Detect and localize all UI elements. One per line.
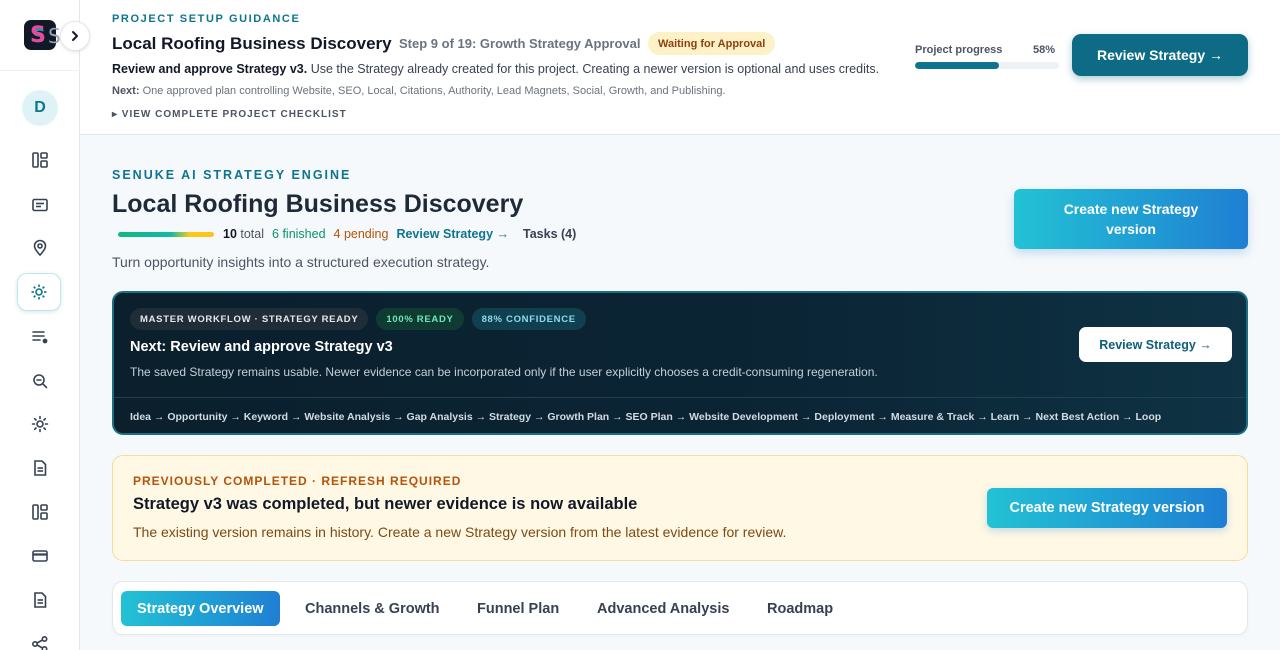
tab-strategy-overview[interactable]: Strategy Overview <box>121 591 280 626</box>
grid-icon <box>32 504 48 520</box>
page-title: Local Roofing Business Discovery <box>112 190 524 218</box>
main-content: SENUKE AI STRATEGY ENGINE Local Roofing … <box>80 136 1280 650</box>
guidance-next: Next: One approved plan controlling Webs… <box>112 85 726 97</box>
guidance-title: Local Roofing Business Discovery <box>112 34 392 53</box>
tab-advanced-analysis[interactable]: Advanced Analysis <box>597 591 729 626</box>
tab-channels-growth[interactable]: Channels & Growth <box>305 591 440 626</box>
progress-bar <box>915 62 1059 69</box>
progress-bar-fill <box>915 62 999 69</box>
tasks-link[interactable]: Tasks (4) <box>523 227 576 241</box>
tab-roadmap[interactable]: Roadmap <box>767 591 833 626</box>
progress-label: Project progress <box>915 44 1003 56</box>
credit-card-icon <box>32 550 48 562</box>
share-icon <box>31 635 48 650</box>
stat-pending: 4 pending <box>333 227 389 241</box>
document-icon <box>34 460 47 476</box>
project-setup-guidance: PROJECT SETUP GUIDANCE Local Roofing Bus… <box>80 0 1280 135</box>
sidebar: SS S D <box>0 0 90 650</box>
nav-dashboard[interactable] <box>18 141 62 179</box>
guidance-instruction: Review and approve Strategy v3. Use the … <box>112 62 879 76</box>
avatar[interactable]: D <box>22 90 58 126</box>
sidebar-toggle-button[interactable] <box>60 21 90 51</box>
next-text: One approved plan controlling Website, S… <box>139 85 726 97</box>
workflow-status-badge: MASTER WORKFLOW · STRATEGY READY <box>130 308 369 330</box>
sun-icon <box>31 415 49 433</box>
document-icon <box>34 592 47 608</box>
workflow-review-button[interactable]: Review Strategy → <box>1079 327 1232 362</box>
workflow-pipeline: Idea → Opportunity → Keyword → Website A… <box>130 411 1162 423</box>
nav-billing[interactable] <box>18 537 62 575</box>
next-label: Next: <box>112 85 140 97</box>
task-stats: 10 total 6 finished 4 pending Review Str… <box>223 227 576 241</box>
card-icon <box>32 198 48 212</box>
strategy-icon <box>31 284 47 300</box>
workflow-divider <box>114 397 1246 398</box>
sidebar-divider <box>0 70 80 71</box>
guidance-eyebrow: PROJECT SETUP GUIDANCE <box>112 13 301 25</box>
review-strategy-link[interactable]: Review Strategy → <box>396 227 509 241</box>
instruction-bold: Review and approve Strategy v3. <box>112 62 308 76</box>
refresh-create-version-button[interactable]: Create new Strategy version <box>987 488 1227 528</box>
view-checklist-link[interactable]: ▸ VIEW COMPLETE PROJECT CHECKLIST <box>112 109 347 120</box>
search-icon <box>33 374 48 389</box>
guidance-step: Step 9 of 19: Growth Strategy Approval <box>399 36 641 51</box>
create-strategy-version-button[interactable]: Create new Strategy version <box>1014 189 1248 249</box>
nav-share[interactable] <box>18 625 62 650</box>
workflow-title: Next: Review and approve Strategy v3 <box>130 339 393 355</box>
instruction-rest: Use the Strategy already created for thi… <box>307 62 880 76</box>
stat-total-label: total <box>236 227 265 241</box>
refresh-eyebrow: PREVIOUSLY COMPLETED · REFRESH REQUIRED <box>133 474 462 488</box>
stat-finished: 6 finished <box>272 227 326 241</box>
nav-layouts[interactable] <box>18 493 62 531</box>
progress-percent: 58% <box>1033 44 1056 56</box>
nav-strategy[interactable] <box>17 273 61 311</box>
stat-total-number: 10 <box>223 227 237 241</box>
map-pin-icon <box>33 239 47 257</box>
confidence-badge: 88% CONFIDENCE <box>471 308 586 330</box>
status-badge: Waiting for Approval <box>648 32 776 55</box>
refresh-title: Strategy v3 was completed, but newer evi… <box>133 495 638 513</box>
page-subtitle: Turn opportunity insights into a structu… <box>112 254 490 270</box>
nav-cards[interactable] <box>18 186 62 224</box>
logo-text-peek: S <box>48 24 61 48</box>
nav-list[interactable] <box>18 318 62 356</box>
tab-funnel-plan[interactable]: Funnel Plan <box>477 591 559 626</box>
refresh-required-card: PREVIOUSLY COMPLETED · REFRESH REQUIRED … <box>112 455 1248 561</box>
engine-eyebrow: SENUKE AI STRATEGY ENGINE <box>112 168 352 182</box>
master-workflow-card: MASTER WORKFLOW · STRATEGY READY 100% RE… <box>112 291 1248 435</box>
strategy-tabs: Strategy Overview Channels & Growth Funn… <box>112 581 1248 635</box>
list-icon <box>32 331 48 344</box>
stat-total: 10 total <box>223 227 264 241</box>
workflow-description: The saved Strategy remains usable. Newer… <box>130 365 878 379</box>
grid-icon <box>32 152 48 168</box>
review-strategy-button[interactable]: Review Strategy → <box>1072 34 1248 76</box>
nav-documents[interactable] <box>18 449 62 487</box>
nav-reports[interactable] <box>18 581 62 619</box>
task-progress-bar <box>118 232 214 237</box>
nav-local[interactable] <box>18 229 62 267</box>
refresh-description: The existing version remains in history.… <box>133 524 787 540</box>
workflow-badges: MASTER WORKFLOW · STRATEGY READY 100% RE… <box>130 308 586 330</box>
ready-badge: 100% READY <box>376 308 464 330</box>
chevron-right-icon <box>72 31 78 41</box>
nav-search[interactable] <box>18 362 62 400</box>
nav-insights[interactable] <box>18 405 62 443</box>
